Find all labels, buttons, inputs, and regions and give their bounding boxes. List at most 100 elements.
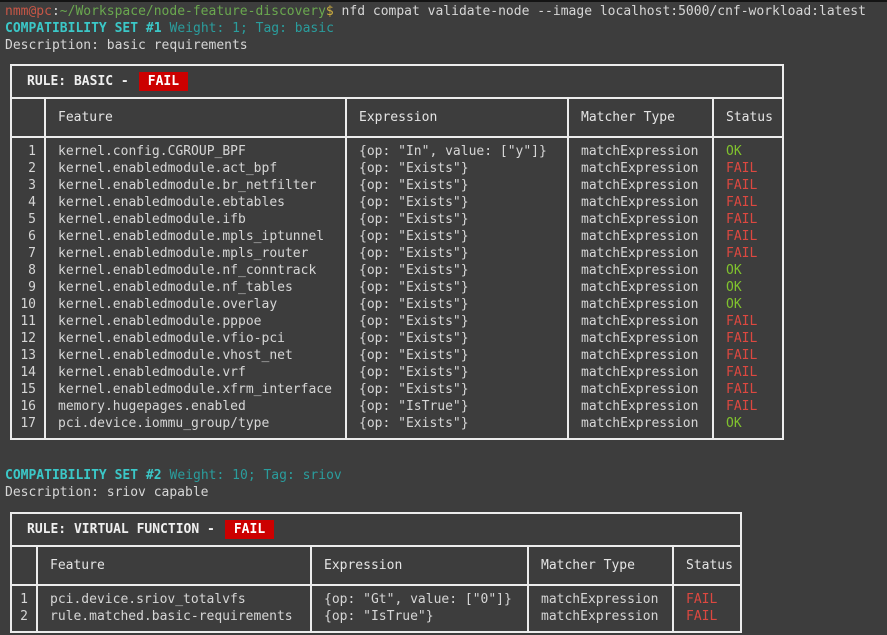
matcher-type-cell: matchExpression	[568, 137, 713, 160]
feature-cell: kernel.enabledmodule.vrf	[45, 364, 346, 381]
row-number-cell: 10	[11, 296, 45, 313]
prompt-path: ~/Workspace/node-feature-discovery	[60, 4, 326, 19]
matcher-type-cell: matchExpression	[528, 585, 673, 608]
prompt-user-host: nmm@pc	[5, 4, 52, 19]
row-number-cell: 3	[11, 177, 45, 194]
matcher-type-cell: matchExpression	[568, 381, 713, 398]
row-number-cell: 1	[11, 137, 45, 160]
matcher-type-cell: matchExpression	[568, 262, 713, 279]
matcher-type-cell: matchExpression	[568, 415, 713, 439]
column-header-matcher-type: Matcher Type	[568, 98, 713, 137]
expression-cell: {op: "IsTrue"}	[346, 398, 568, 415]
row-number-cell: 15	[11, 381, 45, 398]
status-badge: FAIL	[225, 520, 274, 539]
row-number-cell: 2	[11, 160, 45, 177]
row-number-cell: 8	[11, 262, 45, 279]
set-description: Description: sriov capable	[0, 484, 887, 501]
status-cell: FAIL	[713, 194, 783, 211]
feature-cell: kernel.enabledmodule.act_bpf	[45, 160, 346, 177]
column-header-matcher-type: Matcher Type	[528, 546, 673, 585]
status-cell: FAIL	[713, 228, 783, 245]
feature-cell: kernel.enabledmodule.nf_conntrack	[45, 262, 346, 279]
expression-cell: {op: "Exists"}	[346, 296, 568, 313]
compatibility-set-1-heading: COMPATIBILITY SET #1Weight: 1; Tag: basi…	[0, 20, 887, 37]
expression-cell: {op: "Exists"}	[346, 364, 568, 381]
matcher-type-cell: matchExpression	[568, 330, 713, 347]
matcher-type-cell: matchExpression	[568, 211, 713, 228]
rule-title: RULE: VIRTUAL FUNCTION -	[27, 522, 215, 537]
expression-cell: {op: "Exists"}	[346, 160, 568, 177]
compatibility-set-2-heading: COMPATIBILITY SET #2Weight: 10; Tag: sri…	[0, 467, 887, 484]
feature-cell: pci.device.sriov_totalvfs	[37, 585, 311, 608]
table-row: 7kernel.enabledmodule.mpls_router{op: "E…	[11, 245, 783, 262]
rule-table-body: 1kernel.config.CGROUP_BPF{op: "In", valu…	[11, 137, 783, 439]
status-cell: FAIL	[673, 608, 741, 632]
feature-cell: kernel.enabledmodule.ifb	[45, 211, 346, 228]
row-number-cell: 16	[11, 398, 45, 415]
matcher-type-cell: matchExpression	[568, 279, 713, 296]
matcher-type-cell: matchExpression	[568, 228, 713, 245]
status-cell: FAIL	[713, 330, 783, 347]
table-row: 12kernel.enabledmodule.vfio-pci{op: "Exi…	[11, 330, 783, 347]
status-cell: FAIL	[713, 177, 783, 194]
rule-table-virtual-function: RULE: VIRTUAL FUNCTION - FAIL Feature Exp…	[10, 512, 742, 633]
terminal-prompt-line: nmm@pc:~/Workspace/node-feature-discover…	[0, 2, 887, 20]
status-cell: FAIL	[713, 245, 783, 262]
feature-cell: pci.device.iommu_group/type	[45, 415, 346, 439]
feature-cell: kernel.enabledmodule.pppoe	[45, 313, 346, 330]
row-number-cell: 12	[11, 330, 45, 347]
column-header-expression: Expression	[346, 98, 568, 137]
feature-cell: kernel.enabledmodule.vhost_net	[45, 347, 346, 364]
column-header-feature: Feature	[45, 98, 346, 137]
table-row: 17pci.device.iommu_group/type{op: "Exist…	[11, 415, 783, 439]
status-cell: FAIL	[713, 211, 783, 228]
prompt-colon: :	[52, 4, 60, 19]
feature-cell: rule.matched.basic-requirements	[37, 608, 311, 632]
table-row: 1pci.device.sriov_totalvfs{op: "Gt", val…	[11, 585, 741, 608]
feature-cell: kernel.config.CGROUP_BPF	[45, 137, 346, 160]
feature-cell: kernel.enabledmodule.br_netfilter	[45, 177, 346, 194]
row-number-cell: 13	[11, 347, 45, 364]
table-row: 1kernel.config.CGROUP_BPF{op: "In", valu…	[11, 137, 783, 160]
table-header-row: Feature Expression Matcher Type Status	[11, 546, 741, 585]
row-number-cell: 6	[11, 228, 45, 245]
status-cell: FAIL	[713, 398, 783, 415]
table-row: 8kernel.enabledmodule.nf_conntrack{op: "…	[11, 262, 783, 279]
table-row: 5kernel.enabledmodule.ifb{op: "Exists"}m…	[11, 211, 783, 228]
set-description: Description: basic requirements	[0, 37, 887, 54]
row-number-cell: 5	[11, 211, 45, 228]
expression-cell: {op: "Exists"}	[346, 330, 568, 347]
status-cell: FAIL	[713, 160, 783, 177]
terminal-screen[interactable]: nmm@pc:~/Workspace/node-feature-discover…	[0, 0, 887, 635]
row-number-cell: 14	[11, 364, 45, 381]
expression-cell: {op: "Exists"}	[346, 313, 568, 330]
matcher-type-cell: matchExpression	[568, 313, 713, 330]
table-row: 14kernel.enabledmodule.vrf{op: "Exists"}…	[11, 364, 783, 381]
expression-cell: {op: "Gt", value: ["0"]}	[311, 585, 528, 608]
status-cell: OK	[713, 262, 783, 279]
column-header-feature: Feature	[37, 546, 311, 585]
expression-cell: {op: "Exists"}	[346, 381, 568, 398]
expression-cell: {op: "Exists"}	[346, 245, 568, 262]
column-header-index	[11, 98, 45, 137]
row-number-cell: 11	[11, 313, 45, 330]
row-number-cell: 4	[11, 194, 45, 211]
expression-cell: {op: "Exists"}	[346, 279, 568, 296]
feature-cell: memory.hugepages.enabled	[45, 398, 346, 415]
column-header-status: Status	[713, 98, 783, 137]
expression-cell: {op: "Exists"}	[346, 211, 568, 228]
compatibility-set-meta: Weight: 10; Tag: sriov	[170, 468, 342, 483]
rule-title-row: RULE: VIRTUAL FUNCTION - FAIL	[11, 513, 741, 546]
table-row: 13kernel.enabledmodule.vhost_net{op: "Ex…	[11, 347, 783, 364]
expression-cell: {op: "In", value: ["y"]}	[346, 137, 568, 160]
status-badge: FAIL	[139, 72, 188, 91]
matcher-type-cell: matchExpression	[568, 245, 713, 262]
feature-cell: kernel.enabledmodule.vfio-pci	[45, 330, 346, 347]
feature-cell: kernel.enabledmodule.mpls_iptunnel	[45, 228, 346, 245]
table-row: 2kernel.enabledmodule.act_bpf{op: "Exist…	[11, 160, 783, 177]
status-cell: FAIL	[713, 347, 783, 364]
rule-table-basic: RULE: BASIC -FAIL Feature Expression Mat…	[10, 64, 784, 440]
compatibility-set-title: COMPATIBILITY SET #1	[5, 21, 162, 36]
expression-cell: {op: "Exists"}	[346, 177, 568, 194]
matcher-type-cell: matchExpression	[568, 364, 713, 381]
